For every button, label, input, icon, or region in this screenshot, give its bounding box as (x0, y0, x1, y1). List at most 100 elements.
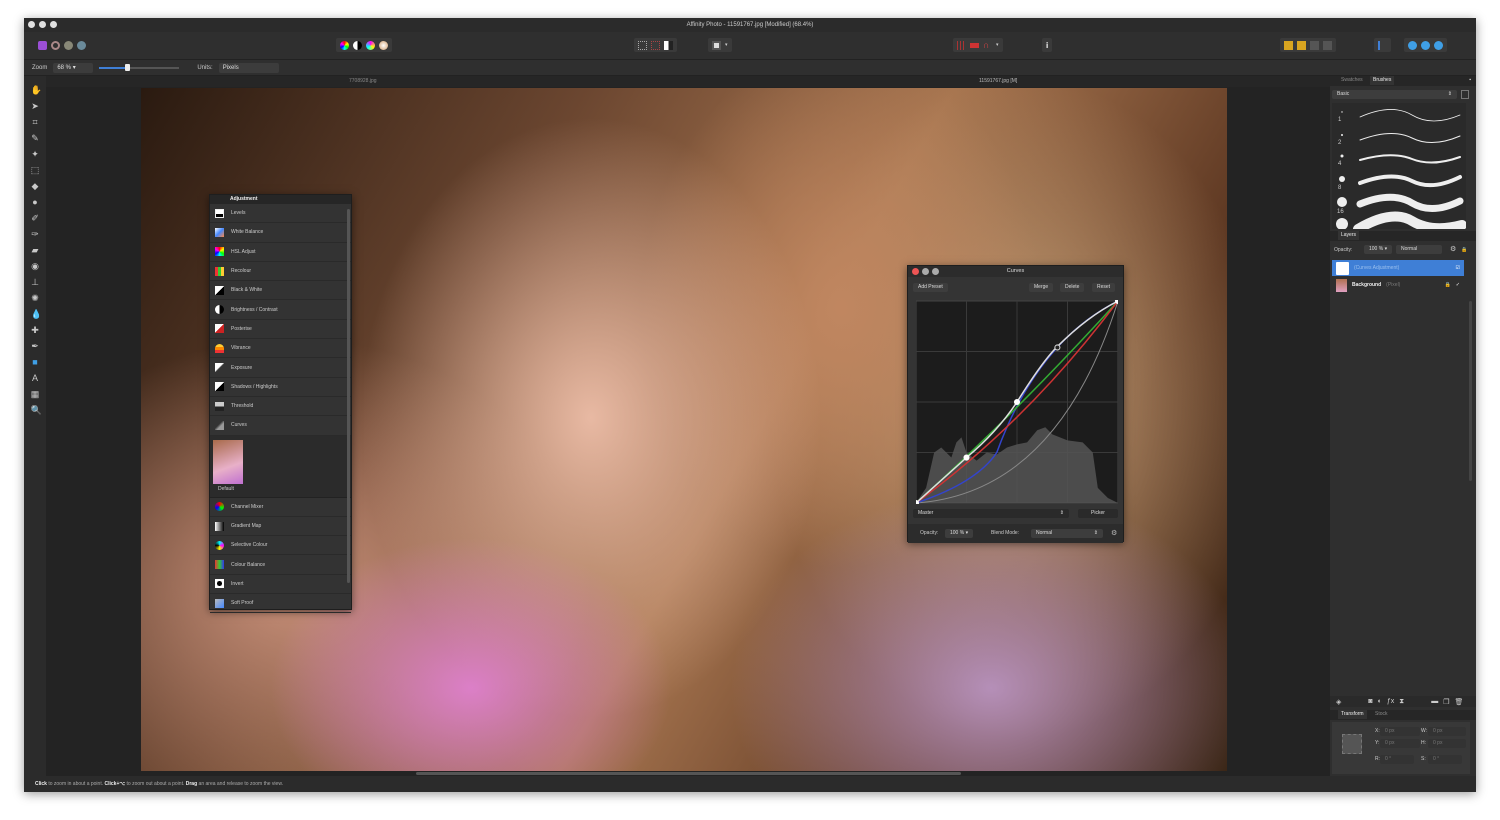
blur-icon[interactable]: 💧 (31, 309, 42, 320)
trash-icon[interactable]: 🗑 (1454, 698, 1463, 706)
adjustment-item-shadows-highlights[interactable]: Shadows / Highlights (210, 378, 351, 397)
zoom-field[interactable]: 68 % ▾ (53, 62, 94, 73)
align-button[interactable] (1374, 38, 1391, 52)
merge-button[interactable]: Merge (1029, 283, 1054, 292)
scrollbar[interactable] (347, 209, 350, 583)
deselect-icon[interactable] (651, 40, 660, 50)
auto-levels-icon[interactable] (366, 40, 375, 50)
doc-tab[interactable]: 7708928.jpg (349, 76, 377, 87)
chevron-down-icon[interactable]: ▾ (996, 42, 999, 48)
fill-icon[interactable]: ◆ (31, 181, 40, 192)
panel-menu-icon[interactable]: ▪ (1466, 76, 1474, 85)
auto-contrast-icon[interactable] (353, 40, 362, 50)
gradient-icon[interactable]: ● (31, 197, 40, 208)
adjustment-item-selective-colour[interactable]: Selective Colour (210, 536, 351, 556)
add-icon[interactable] (1408, 40, 1417, 50)
subtract-icon[interactable] (1421, 40, 1430, 50)
auto-colour-icon[interactable] (340, 40, 349, 50)
lock-icon[interactable]: 🔒 (1445, 282, 1451, 288)
units-select[interactable]: Pixels (218, 62, 279, 73)
marquee-icon[interactable] (638, 40, 647, 50)
intersect-icon[interactable] (1434, 40, 1443, 50)
adjustment-item-posterise[interactable]: Posterise (210, 320, 351, 340)
assistant-icon[interactable] (970, 42, 979, 48)
adjustment-item-colour-balance[interactable]: Colour Balance (210, 555, 351, 575)
snapping-magnet-icon[interactable]: ∩ (983, 40, 992, 50)
close-button[interactable] (28, 21, 35, 28)
zoom-icon[interactable]: 🔍 (31, 405, 42, 416)
gear-icon[interactable]: ⚙ (1111, 524, 1117, 543)
adjustment-item-channel-mixer[interactable]: Channel Mixer (210, 498, 351, 517)
minimize-button[interactable] (39, 21, 46, 28)
adjustment-item-white-balance[interactable]: White Balance (210, 223, 351, 243)
layer-opacity-field[interactable]: 100 % ▾ (1364, 245, 1393, 254)
layer-stack-icon[interactable]: ◈ (1336, 698, 1341, 706)
visibility-checkbox[interactable]: ✓ (1456, 282, 1460, 288)
tab-layers[interactable]: Layers (1338, 231, 1360, 240)
move-back-all-icon[interactable] (1323, 40, 1332, 50)
lock-icon[interactable]: 🔒 (1461, 243, 1467, 257)
adjustment-item-gradient-map[interactable]: Gradient Map (210, 517, 351, 537)
move-front-icon[interactable] (1310, 40, 1319, 50)
liquify-persona-icon[interactable] (51, 40, 60, 50)
fx-icon[interactable]: ƒx (1387, 698, 1394, 705)
healing-icon[interactable]: ✚ (31, 325, 40, 336)
x-field[interactable]: 0 px (1380, 727, 1420, 736)
flood-select-icon[interactable]: ✦ (31, 149, 40, 160)
adjustment-item-black-white[interactable]: Black & White (210, 281, 351, 301)
channel-select[interactable]: Master ⇕ (913, 509, 1069, 518)
adjustment-item-vibrance[interactable]: Vibrance (210, 339, 351, 359)
maximize-button[interactable] (932, 268, 939, 275)
pen-icon[interactable]: ✒ (31, 341, 40, 352)
marquee-icon[interactable]: ⬚ (31, 165, 40, 176)
adjustment-item-exposure[interactable]: Exposure (210, 358, 351, 378)
group-icon[interactable]: ▬ (1431, 698, 1438, 705)
slider-handle[interactable] (125, 63, 131, 71)
move-forward-icon[interactable] (1297, 40, 1306, 50)
adjustment-item-hsl-adjust[interactable]: HSL Adjust (210, 243, 351, 262)
quick-mask-icon[interactable] (712, 40, 721, 50)
color-replace-icon[interactable]: ✑ (31, 229, 40, 240)
adjustment-item-soft-proof[interactable]: Soft Proof (210, 594, 351, 614)
retouch-icon[interactable]: ✺ (31, 293, 40, 304)
info-button[interactable]: i (1042, 38, 1053, 52)
layer-curves-adjustment[interactable]: (Curves Adjustment) ☑ (1332, 260, 1464, 276)
adjustment-icon[interactable]: ◐ (1378, 698, 1382, 705)
erase-icon[interactable]: ▰ (31, 245, 40, 256)
chevron-down-icon[interactable]: ▾ (725, 42, 728, 48)
doc-tab-active[interactable]: 11591767.jpg [M] (979, 76, 1017, 87)
text-icon[interactable]: A (31, 373, 40, 384)
anchor-icon[interactable] (1342, 734, 1362, 754)
adjustment-item-levels[interactable]: Levels (210, 204, 351, 224)
adjustment-item-curves[interactable]: Curves (210, 416, 351, 436)
preset-default-thumbnail[interactable] (213, 439, 243, 484)
adjustment-item-brightness-contrast[interactable]: Brightness / Contrast (210, 300, 351, 320)
shear-field[interactable]: 0 ° (1428, 755, 1462, 764)
tab-swatches[interactable]: Swatches (1338, 76, 1366, 85)
tab-transform[interactable]: Transform (1338, 710, 1367, 719)
brush-view-icon[interactable] (1461, 90, 1469, 99)
close-button[interactable] (912, 268, 919, 275)
blend-mode-select[interactable]: Normal ⇕ (1031, 529, 1103, 538)
visibility-checkbox[interactable]: ☑ (1456, 265, 1460, 271)
shape-icon[interactable]: ■ (31, 357, 40, 368)
tab-stock[interactable]: Stock (1372, 710, 1391, 719)
paint-brush-icon[interactable]: ✐ (31, 213, 40, 224)
selection-brush-icon[interactable]: ✎ (31, 133, 40, 144)
mask-icon[interactable]: ◙ (1368, 698, 1372, 705)
export-persona-icon[interactable] (77, 40, 86, 50)
curves-graph[interactable] (916, 300, 1118, 504)
live-filter-icon[interactable]: ⧗ (1399, 698, 1404, 706)
move-back-icon[interactable] (1284, 40, 1293, 50)
hand-icon[interactable]: ✋ (31, 85, 42, 96)
add-layer-icon[interactable]: ❐ (1443, 698, 1449, 706)
move-icon[interactable]: ➤ (31, 101, 40, 112)
h-field[interactable]: 0 px (1428, 739, 1466, 748)
photo-persona-icon[interactable] (38, 40, 47, 50)
develop-persona-icon[interactable] (64, 40, 73, 50)
opacity-field[interactable]: 100 % ▾ (945, 529, 974, 538)
rotation-field[interactable]: 0 ° (1380, 755, 1414, 764)
adjustment-item-invert[interactable]: Invert (210, 575, 351, 595)
grid-icon[interactable] (957, 40, 966, 50)
brush-list[interactable]: 1 2 4 8 16 (1332, 103, 1467, 234)
